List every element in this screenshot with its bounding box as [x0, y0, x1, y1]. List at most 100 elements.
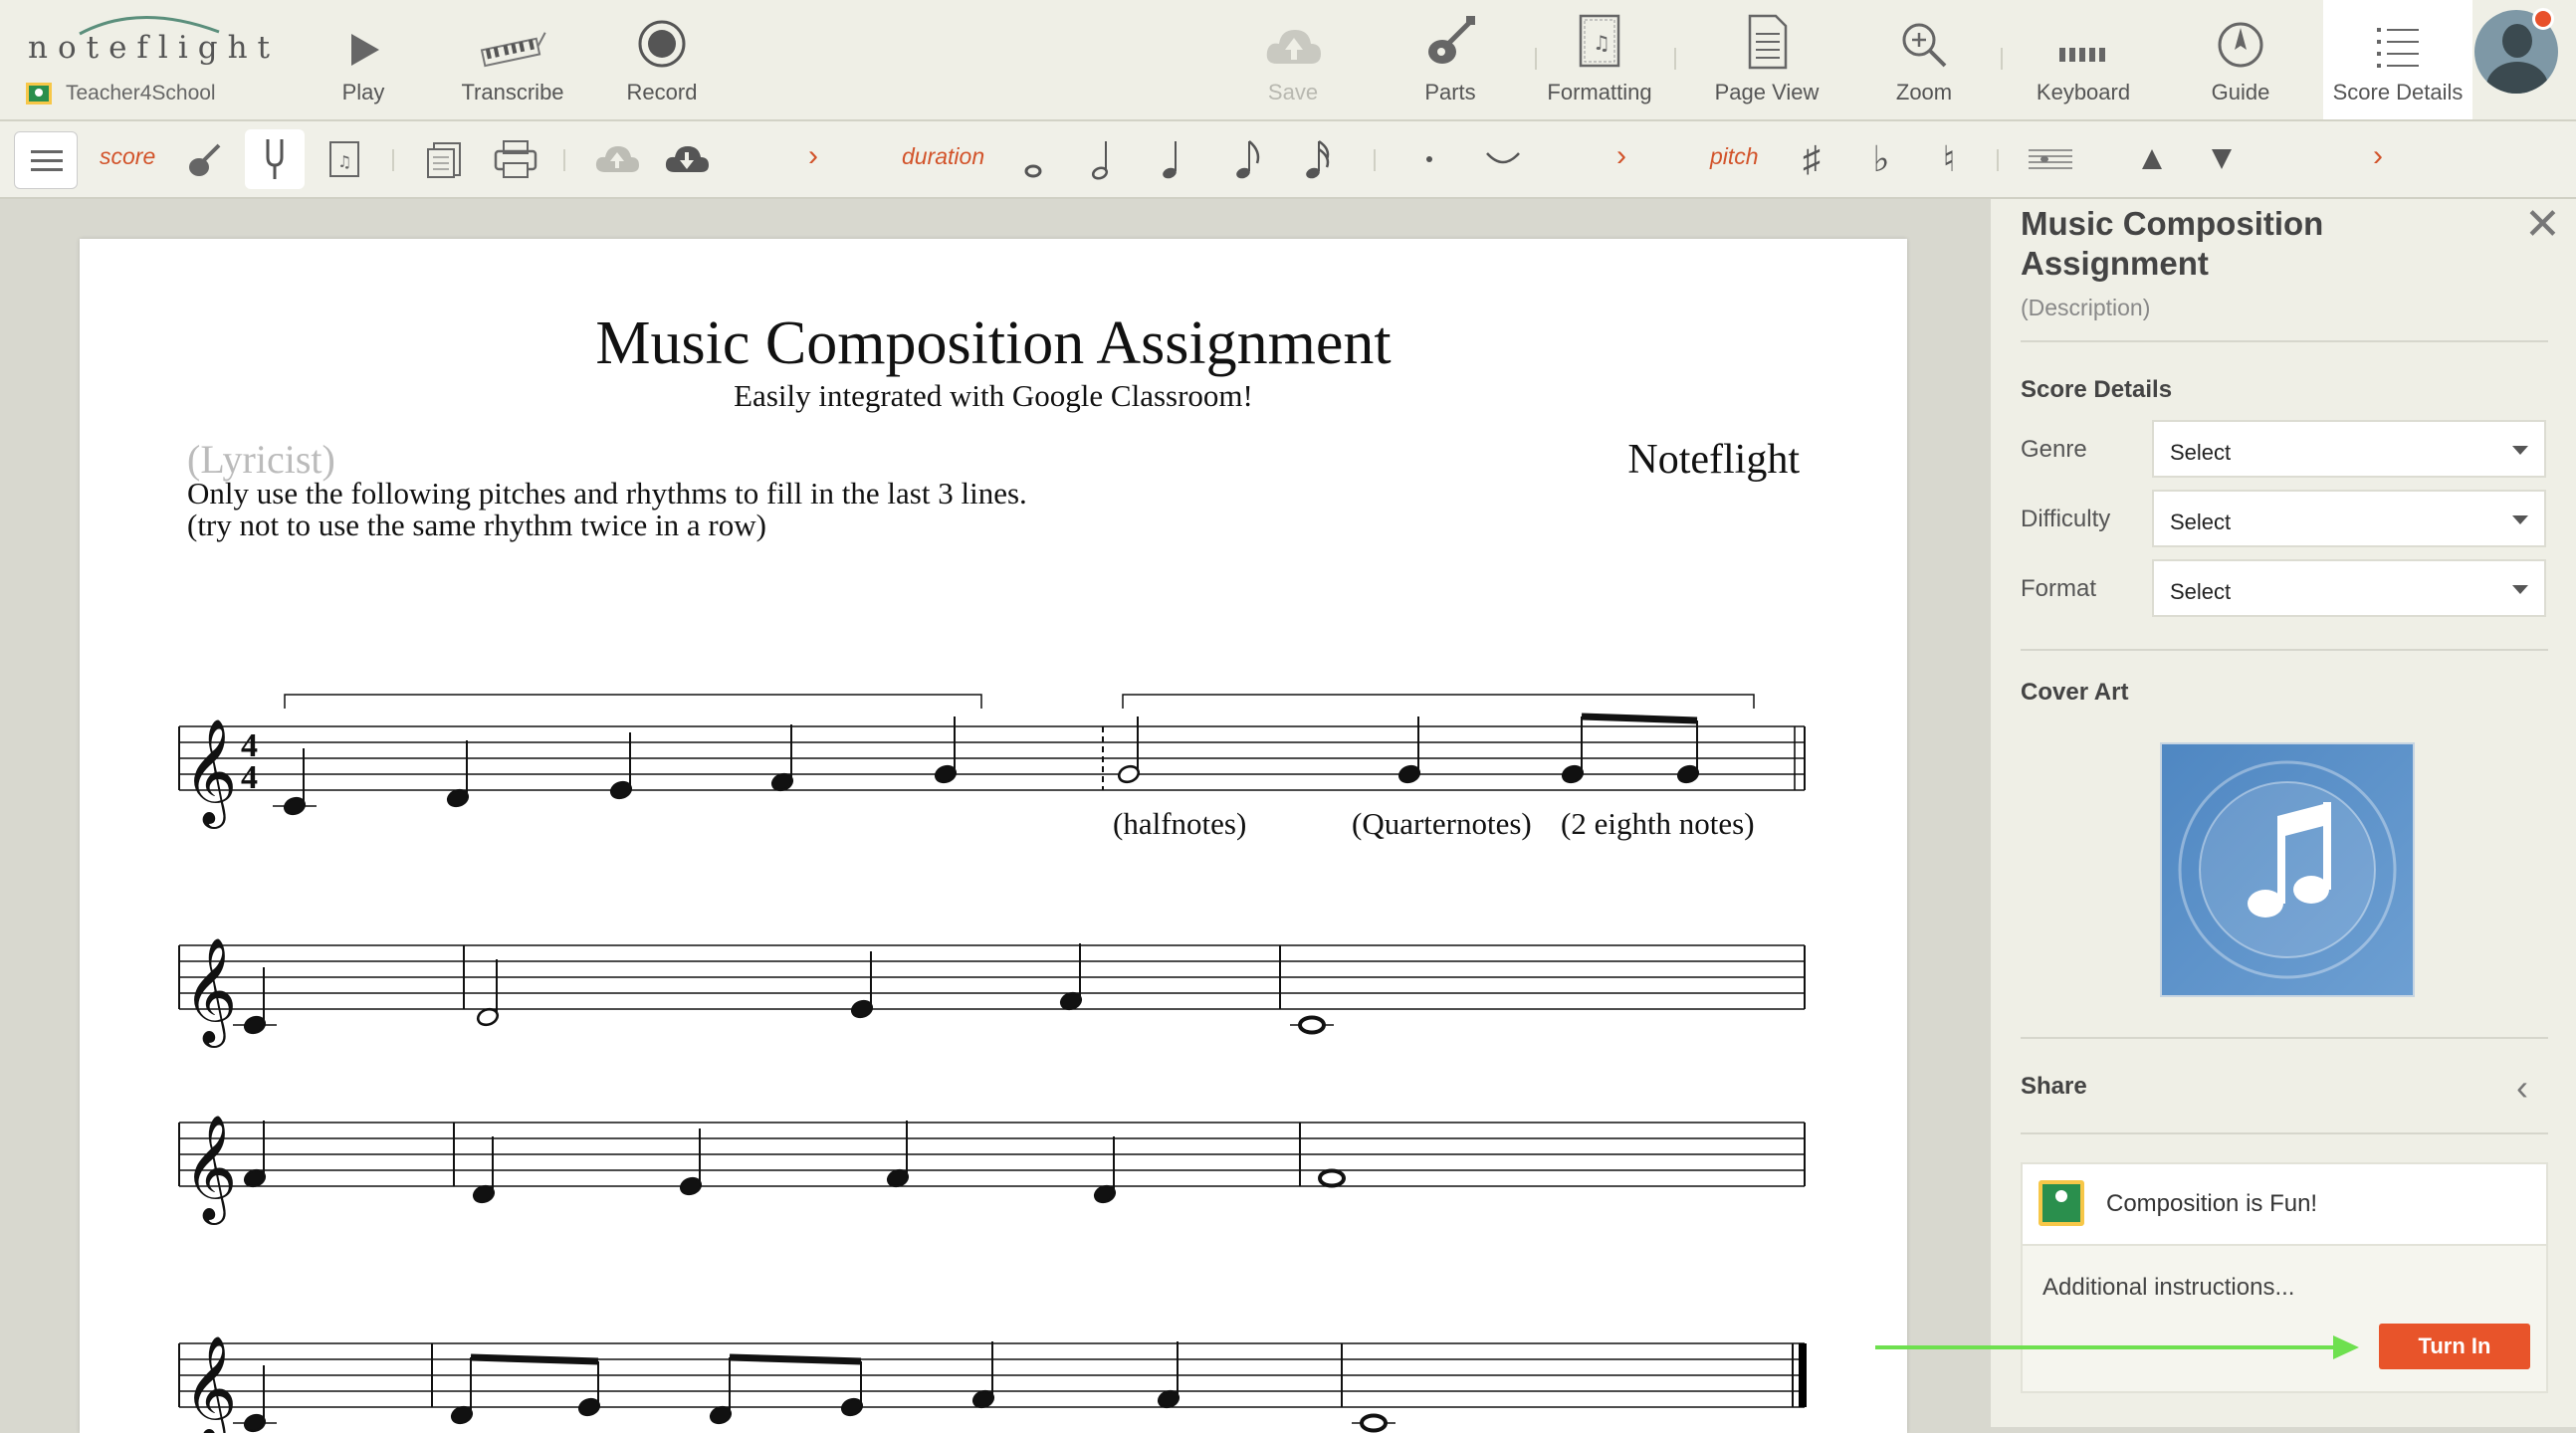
svg-text:♫: ♫ — [337, 152, 351, 171]
tie-button[interactable] — [1473, 129, 1533, 189]
sixteenth-note-icon — [1306, 139, 1330, 179]
difficulty-select[interactable]: Select — [2152, 490, 2546, 547]
half-note-button[interactable] — [1073, 129, 1133, 189]
score-sheet-icon: ♫ — [329, 141, 359, 177]
sharp-button[interactable]: ♯ — [1782, 129, 1841, 189]
triangle-down-icon — [2212, 149, 2232, 169]
halfnotes-annotation[interactable]: (halfnotes) — [1113, 806, 1246, 842]
top-toolbar: noteflight Teacher4School Play Transcrib… — [0, 0, 2576, 121]
duration-section-expand-chevron[interactable]: › — [1616, 139, 1626, 173]
copy-parts-button[interactable] — [414, 129, 474, 189]
page-icon — [1748, 14, 1788, 70]
record-icon — [638, 20, 686, 68]
flat-button[interactable]: ♭ — [1851, 129, 1911, 189]
cloud-download-icon — [665, 146, 709, 172]
treble-clef: 𝄞 — [183, 1114, 237, 1225]
quarter-note-button[interactable] — [1143, 129, 1202, 189]
print-button[interactable] — [486, 129, 545, 189]
score-section-expand-chevron[interactable]: › — [808, 139, 818, 173]
format-label: Format — [2021, 575, 2097, 602]
score-page[interactable]: Music Composition Assignment Easily inte… — [80, 239, 1907, 1433]
cloud-upload-button[interactable] — [587, 129, 647, 189]
dot-button[interactable] — [1399, 129, 1459, 189]
cloud-download-button[interactable] — [657, 129, 717, 189]
divider — [2021, 649, 2548, 651]
tuning-fork-icon — [266, 139, 284, 179]
divider — [2021, 1132, 2548, 1134]
turn-in-button[interactable]: Turn In — [2379, 1324, 2530, 1369]
treble-clef: 𝄞 — [183, 1334, 237, 1433]
compass-icon — [2218, 22, 2263, 68]
hamburger-menu-button[interactable] — [14, 131, 78, 189]
quarternotes-annotation[interactable]: (Quarternotes) — [1352, 806, 1532, 842]
eighth-notes-annotation[interactable]: (2 eighth notes) — [1561, 806, 1755, 842]
panel-description[interactable]: (Description) — [2021, 295, 2150, 321]
bracket — [1122, 694, 1755, 709]
parts-button[interactable]: Parts — [1376, 0, 1525, 119]
instrument-button[interactable] — [175, 129, 235, 189]
cover-art-heading: Cover Art — [2021, 679, 2129, 706]
guitar-icon — [1428, 16, 1475, 64]
close-icon[interactable]: ✕ — [2524, 199, 2561, 250]
chevron-left-icon[interactable]: ‹ — [2516, 1067, 2528, 1109]
flat-icon: ♭ — [1872, 138, 1890, 179]
divider — [2021, 1037, 2548, 1039]
account-name: Teacher4School — [66, 82, 216, 104]
dot-icon — [1426, 156, 1432, 162]
score-details-button[interactable]: Score Details — [2323, 0, 2472, 119]
natural-icon: ♮ — [1942, 138, 1956, 179]
pitch-down-button[interactable] — [2192, 129, 2252, 189]
pitch-up-button[interactable] — [2122, 129, 2182, 189]
formatting-button[interactable]: ♫ Formatting — [1525, 0, 1674, 119]
chevron-down-icon — [2512, 585, 2528, 594]
note-beam — [729, 1353, 862, 1365]
pitch-section-expand-chevron[interactable]: › — [2373, 139, 2383, 173]
zoom-icon — [1902, 23, 1947, 68]
triangle-up-icon — [2142, 149, 2162, 169]
print-icon — [494, 140, 537, 178]
whole-note-icon — [1024, 164, 1042, 178]
score-setup-button[interactable]: ♫ — [315, 129, 374, 189]
note-head — [1360, 1413, 1388, 1433]
format-select[interactable]: Select — [2152, 559, 2546, 617]
note-beam — [1581, 713, 1698, 724]
list-icon — [2377, 28, 2419, 68]
guide-button[interactable]: Guide — [2166, 0, 2315, 119]
note-beam — [470, 1353, 599, 1365]
keyboard-button[interactable]: Keyboard — [2009, 0, 2158, 119]
keyboard-icon — [2059, 48, 2105, 62]
score-details-heading: Score Details — [2021, 376, 2173, 403]
note-head — [1298, 1015, 1326, 1035]
transcribe-button[interactable]: Transcribe — [438, 0, 587, 119]
divider — [2021, 340, 2548, 342]
quarter-note-icon — [1163, 141, 1177, 179]
staff-options-button[interactable] — [2021, 129, 2080, 189]
eighth-note-button[interactable] — [1218, 129, 1278, 189]
final-barline-thick — [1799, 1343, 1807, 1407]
half-note-icon — [1091, 141, 1109, 180]
page-view-button[interactable]: Page View — [1692, 0, 1841, 119]
genre-select[interactable]: Select — [2152, 420, 2546, 478]
chevron-down-icon — [2512, 515, 2528, 524]
google-classroom-icon — [2039, 1180, 2084, 1226]
additional-instructions-field[interactable]: Additional instructions... — [2042, 1274, 2294, 1302]
duration-section-label: duration — [902, 143, 985, 169]
record-button[interactable]: Record — [587, 0, 737, 119]
share-heading: Share — [2021, 1073, 2087, 1100]
zoom-button[interactable]: Zoom — [1849, 0, 1999, 119]
panel-title[interactable]: Music Composition Assignment — [2021, 204, 2459, 284]
tuning-fork-button[interactable] — [245, 129, 305, 189]
whole-note-button[interactable] — [1003, 129, 1063, 189]
play-button[interactable]: Play — [289, 0, 438, 119]
cover-art-image[interactable] — [2160, 742, 2415, 997]
noteflight-logo[interactable]: noteflight — [28, 30, 280, 66]
sharp-icon: ♯ — [1803, 138, 1821, 179]
music-note-icon — [2178, 760, 2397, 979]
staff-lines-icon — [2029, 149, 2072, 169]
google-classroom-icon — [26, 83, 52, 104]
score-details-panel: Music Composition Assignment ✕ (Descript… — [1991, 199, 2576, 1427]
save-button[interactable]: Save — [1218, 0, 1368, 119]
annotation-arrow — [1875, 1335, 2359, 1359]
natural-button[interactable]: ♮ — [1919, 129, 1979, 189]
sixteenth-note-button[interactable] — [1288, 129, 1348, 189]
